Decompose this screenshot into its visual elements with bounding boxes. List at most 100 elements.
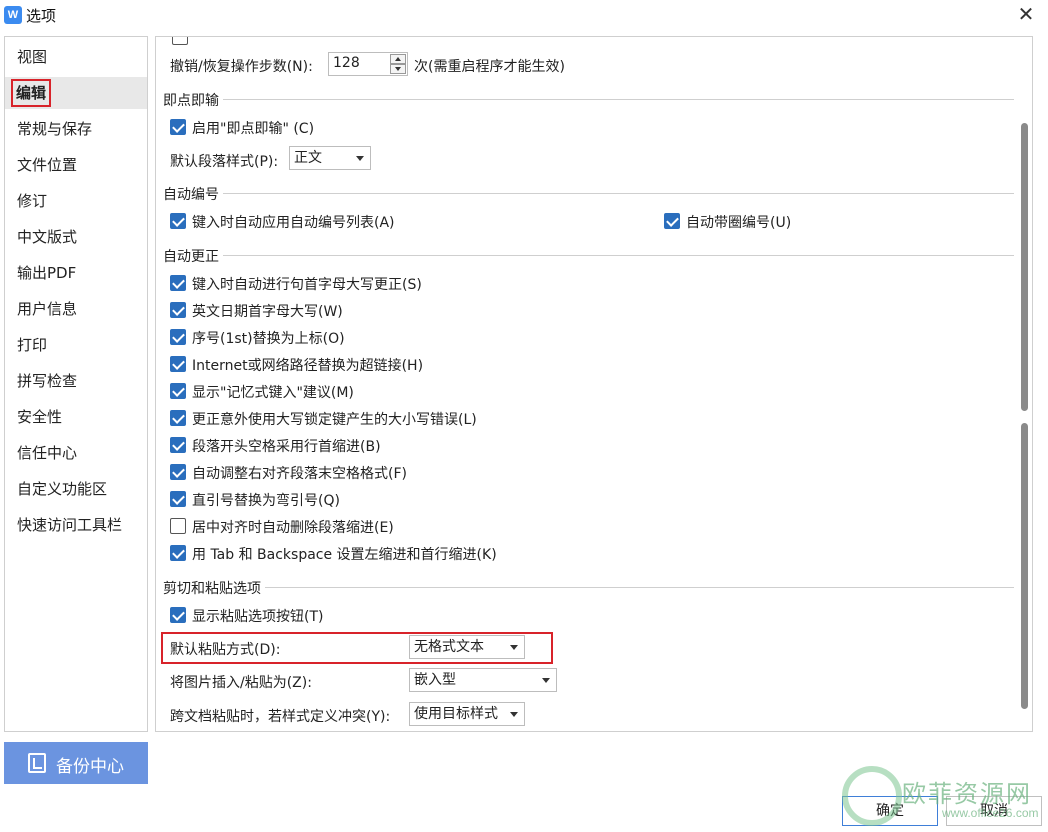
style-conflict-value: 使用目标样式 [414,706,498,722]
stepper-buttons [390,54,406,74]
scrollbar-thumb[interactable] [1021,123,1028,411]
auto-circled-number-label: 自动带圈编号(U) [686,215,792,231]
sidebar-item-label: 安全性 [17,408,63,426]
default-paste-select[interactable]: 无格式文本 [409,635,525,659]
sidebar-item-revision[interactable]: 修订 [5,185,147,217]
autocorrect-option-checkbox[interactable] [170,383,186,399]
default-paste-label: 默认粘贴方式(D): [170,642,281,658]
autocorrect-option-checkbox[interactable] [170,275,186,291]
style-conflict-label: 跨文档粘贴时，若样式定义冲突(Y): [170,709,391,725]
image-insert-select[interactable]: 嵌入型 [409,668,557,692]
sidebar-item-user-info[interactable]: 用户信息 [5,293,147,325]
vertical-scrollbar[interactable] [1018,37,1032,731]
sidebar-item-security[interactable]: 安全性 [5,401,147,433]
sidebar-item-general-save[interactable]: 常规与保存 [5,113,147,145]
sidebar-item-quick-access[interactable]: 快速访问工具栏 [5,509,147,541]
section-divider [163,255,1014,256]
undo-steps-note: 次(需重启程序才能生效) [414,59,565,75]
window-title: 选项 [26,7,57,25]
cancel-button[interactable]: 取消 [946,796,1042,826]
autocorrect-option-checkbox[interactable] [170,518,186,534]
sidebar-item-export-pdf[interactable]: 输出PDF [5,257,147,289]
image-insert-value: 嵌入型 [414,672,456,688]
autocorrect-option-label: Internet或网络路径替换为超链接(H) [192,358,424,374]
chevron-down-icon [356,156,364,161]
sidebar-item-label: 信任中心 [17,444,78,462]
sidebar-item-label: 自定义功能区 [17,480,108,498]
enable-click-and-type-label: 启用"即点即输" (C) [192,121,315,137]
autocorrect-option-checkbox[interactable] [170,410,186,426]
sidebar-item-label: 输出PDF [17,264,77,282]
default-paste-value: 无格式文本 [414,639,484,655]
ok-button[interactable]: 确定 [842,796,938,826]
title-bar: W 选项 ✕ [0,0,1048,30]
sidebar-item-edit[interactable]: 编辑 [5,77,147,109]
autocorrect-option-label: 英文日期首字母大写(W) [192,304,343,320]
sidebar-item-label: 中文版式 [17,228,78,246]
section-divider [163,99,1014,100]
edit-settings-panel: 撤销/恢复操作步数(N): 128 次(需重启程序才能生效) 即点即输 启用"即… [155,36,1033,732]
autocorrect-option-label: 居中对齐时自动删除段落缩进(E) [192,520,394,536]
backup-center-button[interactable]: 备份中心 [4,742,148,784]
sidebar-item-label: 编辑 [11,79,52,107]
sidebar-item-view[interactable]: 视图 [5,41,147,73]
undo-steps-stepper[interactable]: 128 [328,52,408,76]
autocorrect-option-label: 显示"记忆式键入"建议(M) [192,385,354,401]
show-paste-options-label: 显示粘贴选项按钮(T) [192,609,324,625]
autocorrect-option-checkbox[interactable] [170,545,186,561]
chevron-down-icon [542,678,550,683]
show-paste-options-checkbox[interactable] [170,607,186,623]
sidebar-item-label: 用户信息 [17,300,78,318]
autocorrect-option-checkbox[interactable] [170,302,186,318]
autocorrect-option-label: 用 Tab 和 Backspace 设置左缩进和首行缩进(K) [192,547,497,563]
image-insert-label: 将图片插入/粘贴为(Z): [170,675,312,691]
default-paragraph-style-select[interactable]: 正文 [289,146,371,170]
undo-steps-label: 撤销/恢复操作步数(N): [170,59,313,75]
scrollbar-thumb[interactable] [1021,423,1028,709]
undo-steps-value: 128 [333,55,360,71]
sidebar-item-trust-center[interactable]: 信任中心 [5,437,147,469]
autocorrect-option-checkbox[interactable] [170,491,186,507]
autocorrect-option-checkbox[interactable] [170,437,186,453]
backup-icon [28,753,46,773]
chevron-down-icon [510,645,518,650]
autocorrect-option-label: 更正意外使用大写锁定键产生的大小写错误(L) [192,412,477,428]
sidebar-item-label: 修订 [17,192,48,210]
stepper-up-icon[interactable] [390,54,406,64]
sidebar-item-file-location[interactable]: 文件位置 [5,149,147,181]
sidebar-item-spellcheck[interactable]: 拼写检查 [5,365,147,397]
default-paragraph-style-label: 默认段落样式(P): [170,154,279,170]
backup-center-label: 备份中心 [56,757,124,777]
wps-app-icon: W [4,6,22,24]
sidebar-item-print[interactable]: 打印 [5,329,147,361]
autocorrect-option-label: 直引号替换为弯引号(Q) [192,493,340,509]
sidebar-item-label: 拼写检查 [17,372,78,390]
auto-numbered-list-checkbox[interactable] [170,213,186,229]
section-title-auto-numbering: 自动编号 [163,184,223,204]
style-conflict-select[interactable]: 使用目标样式 [409,702,525,726]
section-title-auto-correct: 自动更正 [163,246,223,266]
sidebar-item-label: 打印 [17,336,48,354]
sidebar-item-label: 视图 [17,48,48,66]
auto-circled-number-checkbox[interactable] [664,213,680,229]
options-sidebar: 视图 编辑 常规与保存 文件位置 修订 中文版式 输出PDF 用户信息 打印 拼… [4,36,148,732]
close-icon[interactable]: ✕ [1014,2,1038,26]
autocorrect-option-checkbox[interactable] [170,356,186,372]
sidebar-item-customize-ribbon[interactable]: 自定义功能区 [5,473,147,505]
autocorrect-option-label: 键入时自动进行句首字母大写更正(S) [192,277,422,293]
enable-click-and-type-checkbox[interactable] [170,119,186,135]
default-paragraph-style-value: 正文 [294,150,322,166]
autocorrect-option-checkbox[interactable] [170,329,186,345]
section-divider [163,193,1014,194]
sidebar-item-label: 常规与保存 [17,120,93,138]
sidebar-item-label: 文件位置 [17,156,78,174]
section-title-instant-input: 即点即输 [163,90,223,110]
auto-numbered-list-label: 键入时自动应用自动编号列表(A) [192,215,395,231]
stepper-down-icon[interactable] [390,64,406,74]
section-divider [163,587,1014,588]
autocorrect-option-label: 自动调整右对齐段落末空格格式(F) [192,466,407,482]
sidebar-item-chinese-layout[interactable]: 中文版式 [5,221,147,253]
top-cut-checkbox[interactable] [172,37,188,45]
autocorrect-option-checkbox[interactable] [170,464,186,480]
autocorrect-option-label: 段落开头空格采用行首缩进(B) [192,439,381,455]
